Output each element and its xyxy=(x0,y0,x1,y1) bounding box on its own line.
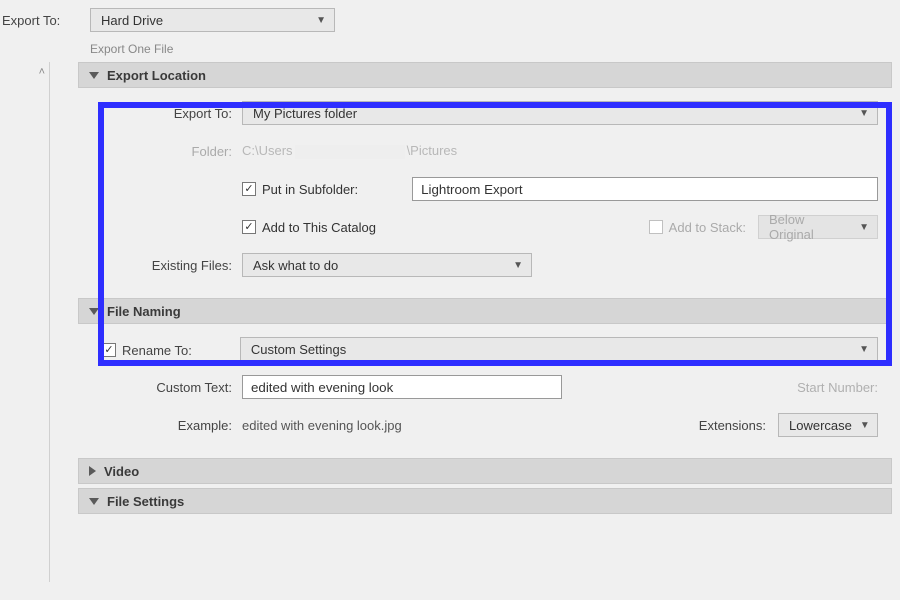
export-to-top-value: Hard Drive xyxy=(101,13,163,28)
panel-export-location: Export Location Export To: My Pictures f… xyxy=(78,62,892,294)
panel-title: File Naming xyxy=(107,304,181,319)
start-number-label: Start Number: xyxy=(797,380,878,395)
rename-template-value: Custom Settings xyxy=(251,342,346,357)
export-to-select[interactable]: My Pictures folder ▼ xyxy=(242,101,878,125)
panel-header-video[interactable]: Video xyxy=(78,458,892,484)
chevron-down-icon: ▼ xyxy=(859,108,869,119)
chevron-down-icon: ▼ xyxy=(316,15,326,26)
disclosure-triangle-icon xyxy=(89,308,99,315)
disclosure-triangle-icon xyxy=(89,466,96,476)
extensions-value: Lowercase xyxy=(789,418,852,433)
chevron-down-icon: ▼ xyxy=(513,260,523,271)
export-count-hint: Export One File xyxy=(0,40,900,62)
export-to-label: Export To: xyxy=(92,106,242,121)
custom-text-input[interactable] xyxy=(242,375,562,399)
export-to-top-label: Export To: xyxy=(0,13,90,28)
extensions-label: Extensions: xyxy=(699,418,766,433)
checkbox-unchecked-icon xyxy=(649,220,663,234)
disclosure-triangle-icon xyxy=(89,72,99,79)
extensions-select[interactable]: Lowercase ▼ xyxy=(778,413,878,437)
panel-title: Export Location xyxy=(107,68,206,83)
rename-template-select[interactable]: Custom Settings ▼ xyxy=(240,337,878,361)
panel-file-naming: File Naming ✓ Rename To: Custom Settings xyxy=(78,298,892,454)
existing-files-label: Existing Files: xyxy=(92,258,242,273)
add-to-stack-label: Add to Stack: xyxy=(669,220,746,235)
stack-position-select: Below Original ▼ xyxy=(758,215,878,239)
existing-files-select[interactable]: Ask what to do ▼ xyxy=(242,253,532,277)
chevron-down-icon: ▼ xyxy=(859,344,869,355)
put-in-subfolder-checkbox[interactable]: ✓ Put in Subfolder: xyxy=(242,182,358,197)
add-to-catalog-checkbox[interactable]: ✓ Add to This Catalog xyxy=(242,220,376,235)
scroll-up-icon[interactable]: ˄ xyxy=(39,66,45,78)
panel-title: File Settings xyxy=(107,494,184,509)
example-label: Example: xyxy=(92,418,242,433)
panel-header-file-settings[interactable]: File Settings xyxy=(78,488,892,514)
rename-to-checkbox[interactable]: ✓ Rename To: xyxy=(102,343,192,358)
redacted-segment xyxy=(295,145,405,159)
preset-sidebar: ˄ xyxy=(0,62,50,582)
add-to-stack-checkbox: Add to Stack: xyxy=(649,220,746,235)
checkbox-checked-icon: ✓ xyxy=(242,220,256,234)
put-in-subfolder-label: Put in Subfolder: xyxy=(262,182,358,197)
stack-position-value: Below Original xyxy=(769,212,851,242)
chevron-down-icon: ▼ xyxy=(860,420,870,431)
checkbox-checked-icon: ✓ xyxy=(102,343,116,357)
panel-file-settings: File Settings xyxy=(78,488,892,514)
panel-video: Video xyxy=(78,458,892,484)
panel-header-export-location[interactable]: Export Location xyxy=(78,62,892,88)
export-to-value: My Pictures folder xyxy=(253,106,357,121)
chevron-down-icon: ▼ xyxy=(859,222,869,233)
panel-title: Video xyxy=(104,464,139,479)
custom-text-label: Custom Text: xyxy=(92,380,242,395)
add-to-catalog-label: Add to This Catalog xyxy=(262,220,376,235)
export-to-top-select[interactable]: Hard Drive ▼ xyxy=(90,8,335,32)
checkbox-checked-icon: ✓ xyxy=(242,182,256,196)
disclosure-triangle-icon xyxy=(89,498,99,505)
folder-label: Folder: xyxy=(92,144,242,159)
folder-path-suffix: \Pictures xyxy=(407,143,458,158)
rename-to-label: Rename To: xyxy=(122,343,192,358)
folder-path-prefix: C:\Users xyxy=(242,143,293,158)
folder-path: C:\Users \Pictures xyxy=(242,143,457,159)
subfolder-input[interactable] xyxy=(412,177,878,201)
panel-header-file-naming[interactable]: File Naming xyxy=(78,298,892,324)
existing-files-value: Ask what to do xyxy=(253,258,338,273)
example-value: edited with evening look.jpg xyxy=(242,418,402,433)
